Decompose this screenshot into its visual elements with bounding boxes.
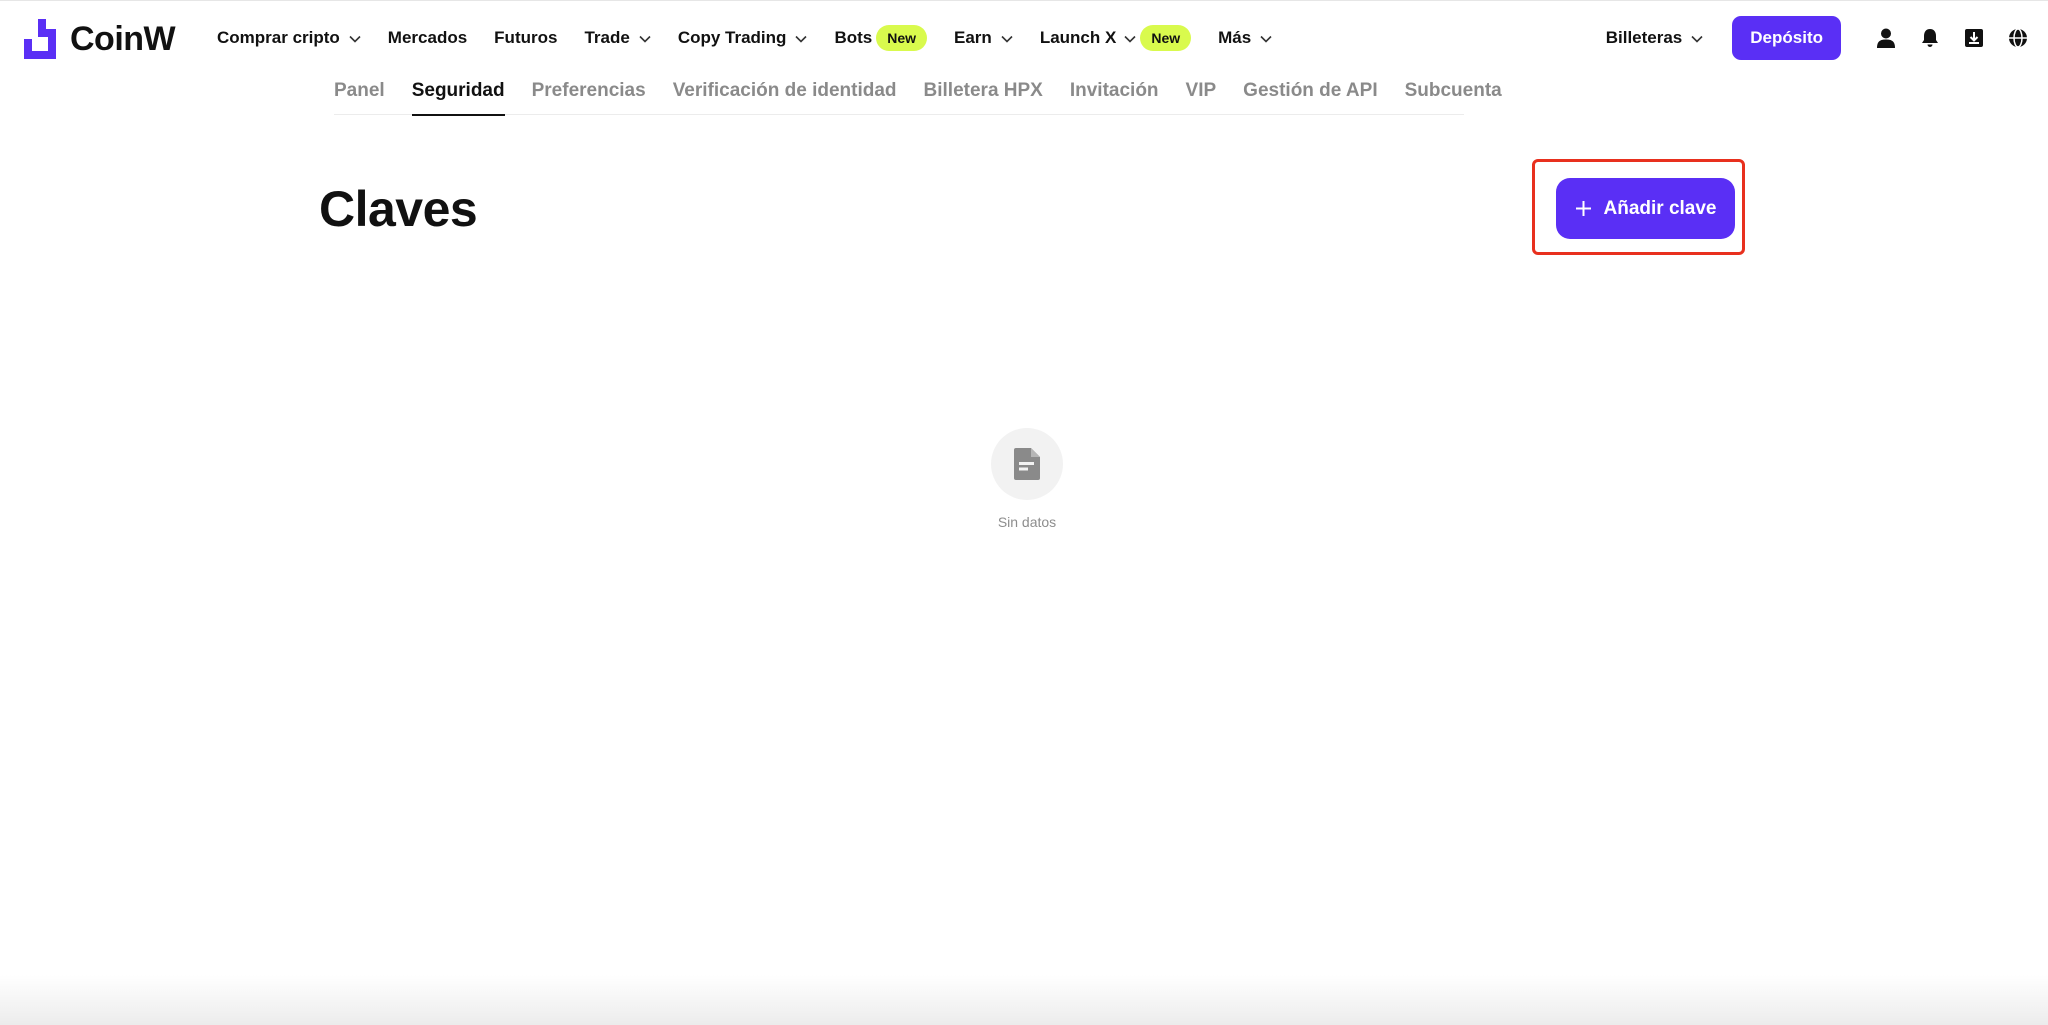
nav-label: Copy Trading — [677, 28, 787, 47]
tab-seguridad[interactable]: Seguridad — [411, 80, 505, 116]
page-title: Claves — [319, 181, 478, 237]
chevron-down-icon — [1124, 28, 1136, 48]
nav-mercados[interactable]: Mercados — [388, 1, 467, 75]
chevron-down-icon — [1260, 28, 1272, 48]
nav-label: Mercados — [387, 28, 468, 47]
add-key-button[interactable]: Añadir clave — [1556, 178, 1735, 239]
nav-label: Earn — [954, 28, 992, 47]
tab-gestion-api[interactable]: Gestión de API — [1243, 80, 1377, 115]
nav-label: Comprar cripto — [217, 28, 340, 47]
top-navigation: CoinW Comprar cripto Mercados Futuros Tr… — [0, 0, 2048, 74]
empty-state: Sin datos — [977, 428, 1077, 530]
bottom-shadow — [0, 975, 2048, 1025]
coinw-logo-icon — [24, 19, 56, 59]
nav-trade[interactable]: Trade — [584, 1, 651, 75]
add-key-label: Añadir clave — [1603, 197, 1717, 219]
chevron-down-icon — [639, 28, 651, 48]
tab-invitacion[interactable]: Invitación — [1070, 80, 1159, 115]
nav-comprar-cripto[interactable]: Comprar cripto — [217, 1, 361, 75]
main-menu: Comprar cripto Mercados Futuros Trade Co… — [217, 1, 1299, 75]
nav-copy-trading[interactable]: Copy Trading — [678, 1, 808, 75]
tab-preferencias[interactable]: Preferencias — [532, 80, 646, 115]
empty-document-icon — [991, 428, 1063, 500]
deposit-button[interactable]: Depósito — [1732, 16, 1841, 60]
tab-panel[interactable]: Panel — [334, 80, 385, 115]
wallets-menu[interactable]: Billeteras — [1606, 28, 1704, 48]
nav-label: Futuros — [494, 28, 558, 47]
nav-bots[interactable]: Bots New — [834, 1, 928, 75]
nav-earn[interactable]: Earn — [954, 1, 1013, 75]
nav-mas[interactable]: Más — [1218, 1, 1272, 75]
wallets-label: Billeteras — [1605, 28, 1683, 47]
nav-label: Trade — [584, 28, 630, 47]
tab-verificacion-identidad[interactable]: Verificación de identidad — [673, 80, 897, 115]
settings-tabs: Panel Seguridad Preferencias Verificació… — [334, 80, 1502, 116]
plus-icon — [1575, 200, 1592, 217]
tab-billetera-hpx[interactable]: Billetera HPX — [924, 80, 1043, 115]
chevron-down-icon — [1001, 28, 1013, 48]
user-icon[interactable] — [1864, 16, 1908, 60]
coinw-logo[interactable]: CoinW — [24, 19, 176, 59]
brand-name: CoinW — [70, 19, 176, 58]
tab-subcuenta[interactable]: Subcuenta — [1405, 80, 1502, 115]
chevron-down-icon — [795, 28, 808, 48]
nav-label: Más — [1218, 28, 1252, 47]
page: CoinW Comprar cripto Mercados Futuros Tr… — [0, 0, 2048, 1025]
empty-text: Sin datos — [997, 514, 1057, 530]
bell-icon[interactable] — [1908, 16, 1952, 60]
nav-right-actions: Billeteras Depósito — [1606, 1, 2048, 75]
nav-label: Bots — [834, 28, 873, 47]
new-badge: New — [876, 25, 928, 51]
nav-futuros[interactable]: Futuros — [494, 1, 557, 75]
download-icon[interactable] — [1952, 16, 1996, 60]
new-badge: New — [1140, 25, 1192, 51]
tab-vip[interactable]: VIP — [1186, 80, 1217, 115]
globe-icon[interactable] — [1996, 16, 2040, 60]
chevron-down-icon — [1691, 28, 1703, 48]
nav-label: Launch X — [1039, 28, 1117, 47]
chevron-down-icon — [349, 28, 361, 48]
nav-launch-x[interactable]: Launch X New — [1039, 1, 1192, 75]
